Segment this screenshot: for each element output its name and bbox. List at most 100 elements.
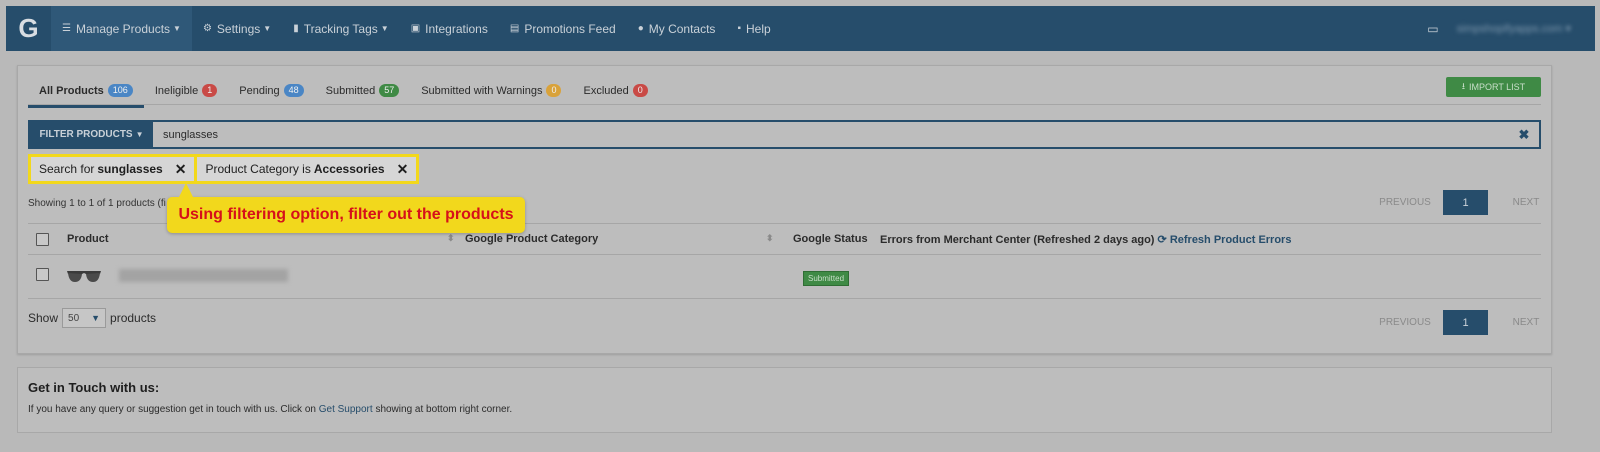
app-logo[interactable]: G bbox=[6, 6, 51, 51]
caret-down-icon: ▼ bbox=[135, 130, 144, 139]
contact-title: Get in Touch with us: bbox=[28, 380, 160, 395]
col-google-product-category[interactable]: Google Product Category bbox=[465, 233, 598, 245]
clipboard-icon: ▤ bbox=[509, 23, 520, 34]
page-size-select[interactable]: 50 ▼ bbox=[62, 308, 107, 328]
filter-chip-search: Search for sunglasses ✕ bbox=[31, 157, 195, 181]
gear-icon: ⚙ bbox=[202, 23, 212, 34]
nav-label: Promotions Feed bbox=[524, 21, 616, 36]
col-product[interactable]: Product bbox=[67, 233, 109, 245]
remove-chip-icon[interactable]: ✕ bbox=[175, 161, 187, 178]
import-list-label: IMPORT LIST bbox=[1468, 82, 1526, 92]
col-google-status: Google Status bbox=[793, 233, 868, 245]
annotation-callout: Using filtering option, filter out the p… bbox=[167, 183, 525, 233]
tab-all-products[interactable]: All Products 106 bbox=[28, 78, 144, 108]
tab-ineligible[interactable]: Ineligible 1 bbox=[144, 78, 228, 105]
clear-filter-icon[interactable]: ✖ bbox=[1509, 127, 1539, 143]
chip-value: Accessories bbox=[313, 162, 385, 176]
contact-panel: Get in Touch with us: If you have any qu… bbox=[17, 367, 1552, 433]
refresh-product-errors-link[interactable]: ⟳ Refresh Product Errors bbox=[1158, 234, 1292, 246]
results-summary: Showing 1 to 1 of 1 products (fi bbox=[28, 198, 166, 209]
nav-label: Manage Products bbox=[75, 21, 171, 36]
nav-right: ▭ simpshopifyapps.com ▾ bbox=[1427, 6, 1595, 51]
page-1-button[interactable]: 1 bbox=[1443, 190, 1488, 215]
nav-integrations[interactable]: ▣ Integrations bbox=[400, 6, 499, 51]
refresh-icon: ⟳ bbox=[1157, 234, 1167, 246]
status-tabs: All Products 106 Ineligible 1 Pending 48… bbox=[28, 78, 1541, 108]
remove-chip-icon[interactable]: ✕ bbox=[397, 161, 409, 178]
nav-manage-products[interactable]: ☰ Manage Products ▼ bbox=[51, 6, 192, 51]
nav-settings[interactable]: ⚙ Settings ▼ bbox=[192, 6, 282, 51]
tab-pending[interactable]: Pending 48 bbox=[228, 78, 314, 105]
sunglasses-thumbnail bbox=[67, 271, 101, 282]
get-support-link[interactable]: Get Support bbox=[319, 404, 373, 415]
contact-text-before: If you have any query or suggestion get … bbox=[28, 404, 316, 415]
page-size-control: Show 50 ▼ products bbox=[28, 308, 156, 328]
tab-label: Pending bbox=[239, 84, 280, 97]
previous-page-button[interactable]: PREVIOUS bbox=[1372, 197, 1438, 208]
nav-my-contacts[interactable]: ● My Contacts bbox=[627, 6, 727, 51]
previous-page-button[interactable]: PREVIOUS bbox=[1372, 317, 1438, 328]
count-badge: 0 bbox=[546, 84, 562, 97]
chip-prefix: Search for bbox=[39, 162, 95, 176]
user-menu[interactable]: simpshopifyapps.com ▾ bbox=[1457, 22, 1571, 35]
count-badge: 57 bbox=[379, 84, 400, 97]
download-icon: ⭳ bbox=[1461, 81, 1465, 91]
count-badge: 48 bbox=[283, 84, 304, 97]
filter-products-button[interactable]: FILTER PRODUCTS ▼ bbox=[30, 122, 153, 147]
nav-label: My Contacts bbox=[648, 21, 716, 36]
nav-label: Settings bbox=[216, 21, 261, 36]
table-row: Submitted bbox=[28, 255, 1541, 299]
count-badge: 1 bbox=[202, 84, 218, 97]
row-checkbox[interactable] bbox=[36, 268, 49, 281]
briefcase-icon: ▣ bbox=[410, 23, 421, 34]
list-icon: ☰ bbox=[62, 23, 71, 34]
nav-help[interactable]: ▪ Help bbox=[726, 6, 781, 51]
nav-label: Integrations bbox=[425, 21, 488, 36]
pagination-top: PREVIOUS 1 NEXT bbox=[1372, 190, 1559, 215]
page-size-value: 50 bbox=[68, 312, 80, 324]
nav-label: Help bbox=[745, 21, 771, 36]
contact-text: If you have any query or suggestion get … bbox=[28, 404, 512, 415]
id-card-icon[interactable]: ▭ bbox=[1427, 22, 1438, 36]
sort-icon[interactable]: ⬍ bbox=[447, 233, 455, 244]
col-errors-label: Errors from Merchant Center (Refreshed 2… bbox=[880, 234, 1155, 246]
sort-icon[interactable]: ⬍ bbox=[766, 233, 774, 244]
next-page-button[interactable]: NEXT bbox=[1493, 317, 1559, 328]
products-label: products bbox=[110, 311, 157, 325]
tab-label: Ineligible bbox=[154, 84, 199, 97]
nav-tracking-tags[interactable]: ▮ Tracking Tags ▼ bbox=[282, 6, 399, 51]
filter-chip-category: Product Category is Accessories ✕ bbox=[197, 157, 417, 181]
show-label: Show bbox=[28, 311, 59, 325]
refresh-label: Refresh Product Errors bbox=[1169, 234, 1292, 246]
tab-label: Excluded bbox=[583, 84, 629, 97]
import-list-button[interactable]: ⭳ IMPORT LIST bbox=[1446, 77, 1541, 97]
tab-label: All Products bbox=[39, 84, 104, 97]
tab-excluded[interactable]: Excluded 0 bbox=[572, 78, 658, 105]
filter-search-input[interactable] bbox=[153, 122, 1509, 147]
filter-bar: FILTER PRODUCTS ▼ ✖ bbox=[28, 120, 1541, 149]
caret-down-icon: ▼ bbox=[91, 313, 101, 323]
select-all-checkbox[interactable] bbox=[36, 233, 49, 246]
bar-chart-icon: ▮ bbox=[293, 23, 299, 34]
count-badge: 0 bbox=[632, 84, 648, 97]
user-email: simpshopifyapps.com bbox=[1456, 23, 1563, 35]
tab-submitted-with-warnings[interactable]: Submitted with Warnings 0 bbox=[410, 78, 572, 105]
caret-down-icon: ▼ bbox=[173, 24, 181, 33]
chat-icon: ▪ bbox=[737, 23, 741, 34]
col-errors: Errors from Merchant Center (Refreshed 2… bbox=[880, 233, 1291, 246]
nav-promotions-feed[interactable]: ▤ Promotions Feed bbox=[499, 6, 627, 51]
nav-label: Tracking Tags bbox=[303, 21, 378, 36]
chip-value: sunglasses bbox=[97, 162, 163, 176]
filter-products-label: FILTER PRODUCTS bbox=[39, 129, 133, 140]
users-icon: ● bbox=[637, 23, 644, 34]
next-page-button[interactable]: NEXT bbox=[1493, 197, 1559, 208]
top-navbar: G ☰ Manage Products ▼ ⚙ Settings ▼ ▮ Tra… bbox=[6, 6, 1595, 51]
status-badge: Submitted bbox=[803, 271, 850, 286]
tab-submitted[interactable]: Submitted 57 bbox=[315, 78, 411, 105]
page-1-button[interactable]: 1 bbox=[1443, 310, 1488, 335]
product-name-redacted[interactable] bbox=[119, 269, 288, 282]
active-filter-chips: Search for sunglasses ✕ Product Category… bbox=[28, 154, 420, 184]
tab-label: Submitted bbox=[325, 84, 376, 97]
tab-label: Submitted with Warnings bbox=[421, 84, 543, 97]
caret-down-icon: ▼ bbox=[380, 24, 389, 33]
